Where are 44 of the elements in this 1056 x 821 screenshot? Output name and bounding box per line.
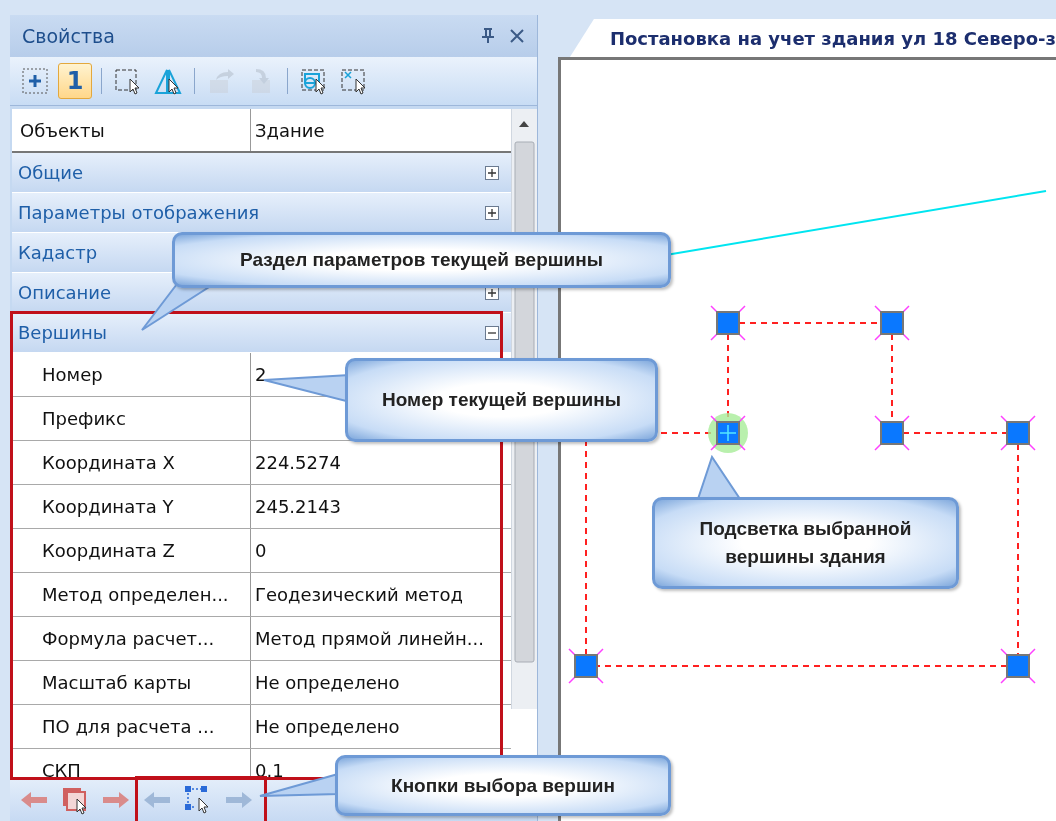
collapse-icon[interactable] xyxy=(484,325,499,340)
property-name: Формула расчет... xyxy=(12,617,251,660)
expand-icon[interactable] xyxy=(484,165,499,180)
property-name: Масштаб карты xyxy=(12,661,251,704)
close-icon[interactable] xyxy=(508,28,525,44)
property-value[interactable]: Здание xyxy=(255,119,325,141)
panel-title: Свойства xyxy=(22,25,116,47)
callout: Номер текущей вершины xyxy=(345,358,658,442)
category-title[interactable]: Описание xyxy=(18,282,112,303)
property-name: Координата Y xyxy=(12,485,251,528)
property-value[interactable]: 245.2143 xyxy=(255,496,341,517)
property-value[interactable]: Геодезический метод xyxy=(255,584,464,605)
property-name: Метод определен... xyxy=(12,573,251,616)
vertex-marker[interactable] xyxy=(710,305,746,341)
category-title[interactable]: Вершины xyxy=(18,322,107,343)
property-name: Координата Z xyxy=(12,529,251,572)
expand-icon[interactable] xyxy=(484,205,499,220)
property-value[interactable]: Не определено xyxy=(255,716,400,737)
vertex-marker[interactable] xyxy=(874,305,910,341)
plus-icon xyxy=(20,66,50,96)
vertex-marker[interactable] xyxy=(1000,648,1036,684)
property-value[interactable]: 0 xyxy=(255,540,267,561)
property-value[interactable]: 2 xyxy=(255,364,267,385)
category-title[interactable]: Кадастр xyxy=(18,242,98,263)
property-value[interactable]: 224.5274 xyxy=(255,452,341,473)
vertex-marker[interactable] xyxy=(874,415,910,451)
toolbar-button[interactable]: 1 xyxy=(58,63,92,99)
callout: Раздел параметров текущей вершины xyxy=(172,232,671,288)
property-name: ПО для расчета ... xyxy=(12,705,251,748)
callout: Подсветка выбранной вершины здания xyxy=(652,497,959,589)
property-value[interactable]: Не определено xyxy=(255,672,400,693)
property-name: Номер xyxy=(12,353,251,396)
vertex-marker[interactable] xyxy=(1000,415,1036,451)
callout: Кнопки выбора вершин xyxy=(335,755,671,816)
document-tab[interactable]: Постановка на учет здания ул 18 Северо-з xyxy=(569,19,1056,57)
category-title[interactable]: Общие xyxy=(18,162,83,183)
vertex-marker[interactable] xyxy=(707,413,748,453)
vertex-marker[interactable] xyxy=(568,648,604,684)
property-name: Объекты xyxy=(12,109,251,151)
property-name: Координата X xyxy=(12,441,251,484)
property-value[interactable]: Метод прямой линейн... xyxy=(255,628,484,649)
property-value[interactable]: 0.1 xyxy=(255,760,284,778)
property-name: Префикс xyxy=(12,397,251,440)
pin-icon[interactable] xyxy=(480,28,495,44)
